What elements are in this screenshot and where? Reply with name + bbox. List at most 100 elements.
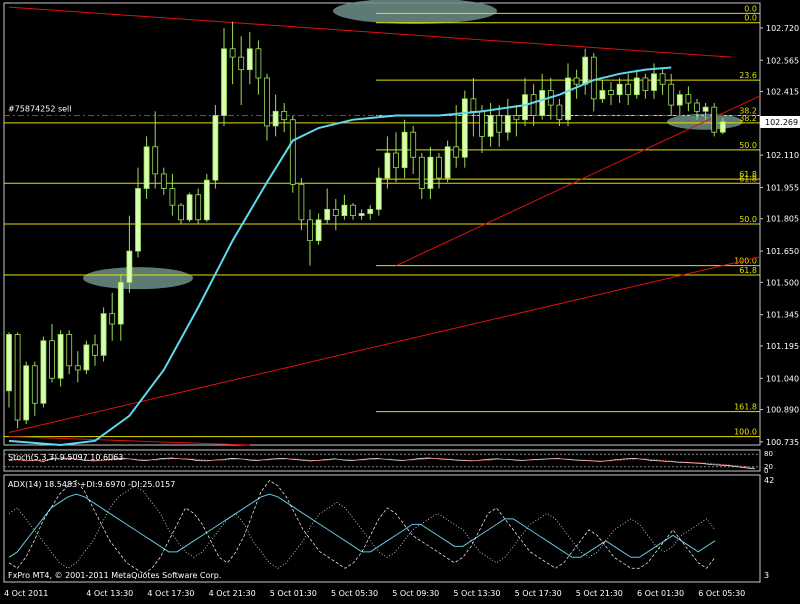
candle [212, 105, 219, 189]
candle-body [23, 365, 30, 421]
candle-body [556, 104, 563, 121]
candle-body [324, 208, 331, 221]
highlight-ellipse [333, 0, 497, 24]
candle [625, 73, 632, 106]
candle-body [169, 188, 176, 206]
candle-body [565, 77, 571, 121]
stochastic-label: Stoch(5,3,3) 9.5097 10.6063 [8, 453, 123, 462]
candle [178, 203, 184, 224]
adx-tick-label: 3 [764, 571, 769, 580]
current-price-label: 102.269 [765, 118, 798, 127]
copyright-text: FxPro MT4, © 2001-2011 MetaQuotes Softwa… [8, 571, 221, 580]
candle [246, 32, 253, 85]
candle [522, 77, 528, 126]
candle-body [427, 156, 434, 189]
candle-body [358, 213, 365, 217]
candle [470, 77, 477, 137]
candle-body [401, 131, 408, 169]
time-axis-label: 5 Oct 09:30 [392, 589, 439, 598]
candle [117, 274, 124, 341]
candle-body [332, 208, 339, 217]
candle-body [393, 152, 399, 169]
candle-body [57, 334, 64, 379]
candle-body [719, 121, 726, 133]
candle-body [599, 90, 606, 100]
fib-level-label: 23.6 [739, 71, 757, 80]
candle [14, 332, 21, 429]
sell-order-label: #75874252 sell [8, 105, 72, 114]
candle [169, 173, 176, 216]
candle-body [384, 152, 391, 179]
candle [49, 324, 55, 383]
candle [504, 98, 511, 141]
candle-body [513, 115, 520, 121]
price-tick-label: 101.500 [766, 278, 799, 287]
adx-label: ADX(14) 18.5483 +DI:9.6970 -DI:25.0157 [8, 480, 175, 489]
candle-body [367, 208, 374, 214]
candle [203, 173, 210, 222]
candle [608, 82, 614, 106]
candle-body [178, 204, 184, 221]
candle-body [418, 156, 425, 189]
candle [324, 188, 331, 224]
candle [238, 36, 245, 106]
time-axis-label: 6 Oct 05:30 [698, 589, 745, 598]
candle [83, 340, 90, 375]
candle [599, 80, 606, 104]
time-axis-label: 4 Oct 2011 [4, 589, 48, 598]
candle [186, 192, 193, 222]
candle [427, 146, 434, 199]
price-tick-label: 101.650 [766, 247, 799, 256]
candle-body [453, 146, 460, 158]
candle-body [436, 156, 442, 179]
candle [66, 330, 73, 375]
adx-frame [3, 474, 761, 583]
candle [341, 194, 348, 220]
time-axis-label: 5 Oct 05:30 [331, 589, 378, 598]
candle [573, 69, 580, 99]
fib-level-label: 61.8 [739, 266, 757, 275]
price-tick-label: 101.195 [766, 342, 799, 351]
time-axis-label: 5 Oct 17:30 [515, 589, 562, 598]
candle-body [143, 146, 150, 189]
candle-body [341, 204, 348, 217]
price-tick-label: 101.345 [766, 311, 799, 320]
candle [57, 330, 64, 387]
price-tick-label: 101.040 [766, 374, 799, 383]
candle-body [625, 83, 632, 96]
candle-body [350, 204, 356, 217]
candle [135, 167, 141, 258]
candle [221, 27, 227, 126]
candle-body [126, 250, 133, 283]
candle-body [221, 48, 227, 116]
candle-body [117, 281, 124, 325]
candle [332, 198, 339, 231]
candle-body [659, 73, 666, 85]
candle-body [238, 56, 245, 71]
candle-body [315, 219, 322, 242]
candle-body [694, 102, 700, 112]
candle [410, 125, 417, 174]
moving-average-line [8, 66, 672, 447]
candle [31, 361, 38, 416]
price-tick-label: 102.720 [766, 24, 799, 33]
candle [685, 86, 692, 112]
candle-body [152, 146, 159, 175]
fib-level-label: 0.0 [744, 14, 757, 23]
candle-body [608, 90, 614, 96]
candle-body [668, 83, 675, 106]
price-tick-label: 101.805 [766, 215, 799, 224]
candle-body [633, 77, 640, 96]
price-tick-label: 102.565 [766, 56, 799, 65]
highlight-ellipse [83, 267, 193, 290]
candle-body [298, 183, 305, 221]
candle [143, 136, 150, 199]
candle [496, 105, 503, 147]
candle [298, 178, 305, 231]
candle-body [83, 344, 90, 371]
candle [556, 98, 563, 126]
candle [539, 73, 546, 120]
candle-body [229, 48, 236, 58]
fib-level-label: 50.0 [739, 141, 757, 150]
stochastic-tick-label: 0 [764, 467, 768, 475]
